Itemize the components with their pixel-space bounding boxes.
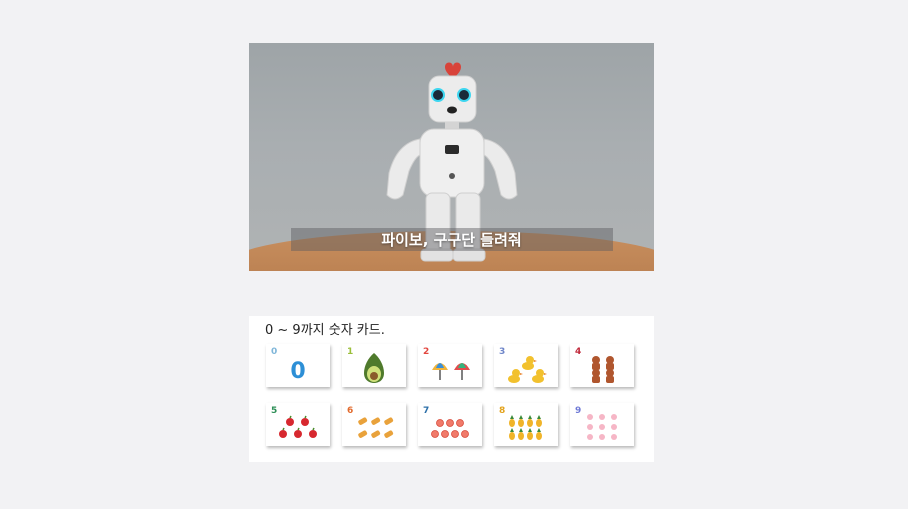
number-card-8[interactable]: 8 xyxy=(494,403,558,446)
apple-icon xyxy=(279,415,317,438)
pineapple-icon xyxy=(509,415,542,440)
peach-icon xyxy=(431,419,469,438)
number-card-6[interactable]: 6 xyxy=(342,403,406,446)
number-card-4[interactable]: 4 xyxy=(570,344,634,387)
bread-icon xyxy=(358,417,394,438)
number-card-9[interactable]: 9 xyxy=(570,403,634,446)
robot-video[interactable]: 파이보, 구구단 들려줘 xyxy=(249,43,654,271)
duck-icon xyxy=(508,356,547,383)
avocado-icon xyxy=(364,353,384,383)
number-card-2[interactable]: 2 xyxy=(418,344,482,387)
number-card-7[interactable]: 7 xyxy=(418,403,482,446)
svg-text:0: 0 xyxy=(290,359,305,384)
big-zero-icon: 0 xyxy=(290,359,305,384)
bear-icon xyxy=(592,356,614,383)
number-card-1[interactable]: 1 xyxy=(342,344,406,387)
number-cards-panel: 0 ~ 9까지 숫자 카드. 0 0 1 2 3 4 5 6 7 8 9 xyxy=(249,316,654,462)
number-card-0[interactable]: 0 0 xyxy=(266,344,330,387)
cards-title: 0 ~ 9까지 숫자 카드. xyxy=(265,323,385,338)
umbrella-icon xyxy=(432,363,470,380)
number-card-3[interactable]: 3 xyxy=(494,344,558,387)
number-card-5[interactable]: 5 xyxy=(266,403,330,446)
video-caption: 파이보, 구구단 들려줘 xyxy=(381,231,522,249)
pig-icon xyxy=(587,414,617,440)
